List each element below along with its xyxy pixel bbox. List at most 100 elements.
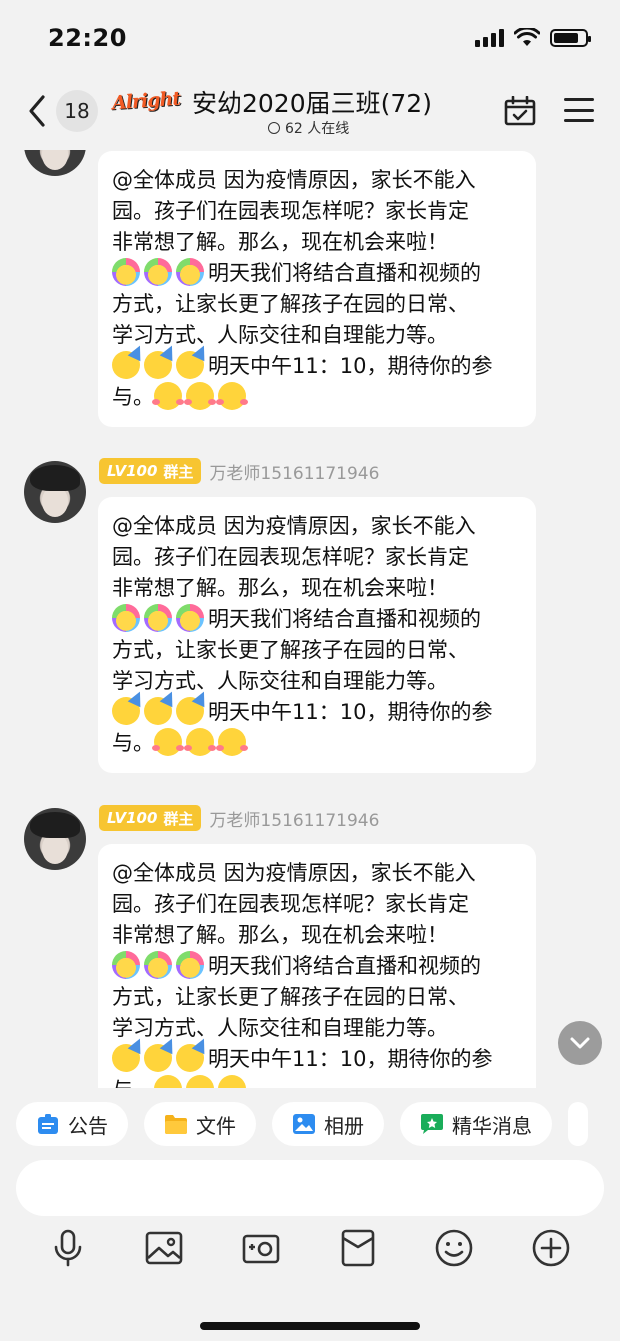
calendar-check-icon[interactable] (504, 96, 536, 126)
chat-header: 18 Alright 安幼2020届三班(72) 62 人在线 (0, 78, 620, 142)
chat-area[interactable]: @全体成员 因为疫情原因，家长不能入 园。孩子们在园表现怎样呢？家长肯定 非常想… (0, 0, 620, 1088)
message-line: 与。 (112, 385, 154, 409)
message-line: 明天我们将结合直播和视频的 (208, 607, 481, 631)
message-line: 明天我们将结合直播和视频的 (208, 954, 481, 978)
party-emoji-icon (112, 697, 140, 725)
chevron-left-icon (29, 95, 45, 127)
message-line: 方式，让家长更了解孩子在园的日常、 (112, 985, 469, 1009)
red-packet-icon[interactable] (338, 1228, 378, 1268)
status-icons (475, 28, 591, 48)
blush-emoji-icon (152, 728, 184, 756)
message-bubble[interactable]: @全体成员 因为疫情原因，家长不能入 园。孩子们在园表现怎样呢？家长肯定 非常想… (98, 497, 536, 773)
sender-avatar[interactable] (24, 808, 86, 870)
message-line: 方式，让家长更了解孩子在园的日常、 (112, 292, 469, 316)
battery-icon (550, 29, 591, 47)
bottom-panel: 公告 文件 相册 精华消息 (0, 1088, 620, 1341)
scroll-to-bottom-button[interactable] (558, 1021, 602, 1065)
party-emoji-icon (112, 351, 140, 379)
balloon-emoji-icon (112, 604, 140, 632)
blush-emoji-icon (152, 382, 184, 410)
status-bar: 22:20 (0, 0, 620, 80)
image-icon[interactable] (144, 1228, 184, 1268)
message-bubble[interactable]: @全体成员 因为疫情原因，家长不能入 园。孩子们在园表现怎样呢？家长肯定 非常想… (98, 151, 536, 427)
message-line: 与。 (112, 731, 154, 755)
balloon-emoji-icon (176, 604, 204, 632)
microphone-icon[interactable] (48, 1228, 88, 1268)
highlights-icon (421, 1114, 443, 1134)
message-line: 明天中午11：10，期待你的参 (208, 700, 493, 724)
chip-label: 相册 (324, 1113, 364, 1138)
balloon-emoji-icon (176, 951, 204, 979)
blush-emoji-icon (184, 382, 216, 410)
message-line: 园。孩子们在园表现怎样呢？家长肯定 (112, 199, 469, 223)
message-bubble[interactable]: @全体成员 因为疫情原因，家长不能入 园。孩子们在园表现怎样呢？家长肯定 非常想… (98, 844, 536, 1088)
online-status[interactable]: 62 人在线 (268, 118, 349, 138)
files-button[interactable]: 文件 (144, 1102, 256, 1146)
party-emoji-icon (144, 697, 172, 725)
message-line: 园。孩子们在园表现怎样呢？家长肯定 (112, 545, 469, 569)
home-indicator[interactable] (200, 1322, 420, 1330)
chip-label: 公告 (68, 1113, 108, 1138)
blush-emoji-icon (154, 1075, 182, 1088)
unread-count-badge: 18 (56, 90, 98, 132)
balloon-emoji-icon (144, 951, 172, 979)
party-emoji-icon (112, 1044, 140, 1072)
sender-name[interactable]: 万老师15161171946 (209, 806, 379, 831)
level-badge: LV100 群主 (99, 805, 202, 831)
balloon-emoji-icon (144, 604, 172, 632)
message-line: @全体成员 因为疫情原因，家长不能入 (112, 861, 476, 885)
balloon-emoji-icon (112, 951, 140, 979)
blush-emoji-icon (184, 728, 216, 756)
emoji-icon[interactable] (434, 1228, 474, 1268)
party-emoji-icon (144, 351, 172, 379)
blush-emoji-icon (218, 1075, 246, 1088)
party-emoji-icon (144, 1044, 172, 1072)
level-badge: LV100 群主 (99, 458, 202, 484)
announcement-button[interactable]: 公告 (16, 1102, 128, 1146)
online-icon (268, 122, 280, 134)
balloon-emoji-icon (112, 258, 140, 286)
highlights-button[interactable]: 精华消息 (400, 1102, 552, 1146)
blush-emoji-icon (186, 1075, 214, 1088)
party-emoji-icon (176, 697, 204, 725)
group-logo: Alright (111, 87, 181, 115)
sender-info: LV100 群主 万老师15161171946 (99, 458, 379, 484)
message-line: 非常想了解。那么，现在机会来啦！ (112, 923, 448, 947)
shortcut-bar: 公告 文件 相册 精华消息 (16, 1102, 588, 1146)
chip-label: 文件 (196, 1113, 236, 1138)
sender-name[interactable]: 万老师15161171946 (209, 459, 379, 484)
chip-label: 精华消息 (452, 1113, 532, 1138)
album-button[interactable]: 相册 (272, 1102, 384, 1146)
sender-info: LV100 群主 万老师15161171946 (99, 805, 379, 831)
menu-icon[interactable] (564, 98, 594, 122)
message-line: 非常想了解。那么，现在机会来啦！ (112, 576, 448, 600)
more-shortcut-button[interactable] (568, 1102, 588, 1146)
message-line: @全体成员 因为疫情原因，家长不能入 (112, 168, 476, 192)
top-bar: 22:20 18 Alright 安幼2020届三班(72) 62 人在线 (0, 0, 620, 150)
balloon-emoji-icon (176, 258, 204, 286)
signal-icon (475, 29, 504, 47)
group-title[interactable]: 安幼2020届三班(72) (192, 84, 432, 120)
message-line: 明天中午11：10，期待你的参 (208, 354, 493, 378)
level-text: LV100 (107, 809, 158, 827)
message-line: @全体成员 因为疫情原因，家长不能入 (112, 514, 476, 538)
folder-icon (165, 1115, 187, 1134)
blush-emoji-icon (216, 728, 248, 756)
message-line: 明天我们将结合直播和视频的 (208, 261, 481, 285)
plus-icon[interactable] (531, 1228, 571, 1268)
blush-emoji-icon (216, 382, 248, 410)
role-text: 群主 (163, 809, 194, 828)
role-text: 群主 (163, 462, 194, 481)
message-input[interactable] (16, 1160, 604, 1216)
message-line: 与。 (112, 1078, 154, 1088)
chevron-down-icon (570, 1037, 590, 1049)
sender-avatar[interactable] (24, 461, 86, 523)
online-count: 62 人在线 (285, 121, 350, 137)
camera-icon[interactable] (241, 1228, 281, 1268)
status-time: 22:20 (48, 24, 127, 52)
back-button[interactable]: 18 (26, 90, 98, 132)
message-line: 非常想了解。那么，现在机会来啦！ (112, 230, 448, 254)
party-emoji-icon (176, 351, 204, 379)
message-line: 园。孩子们在园表现怎样呢？家长肯定 (112, 892, 469, 916)
album-icon (293, 1114, 315, 1134)
